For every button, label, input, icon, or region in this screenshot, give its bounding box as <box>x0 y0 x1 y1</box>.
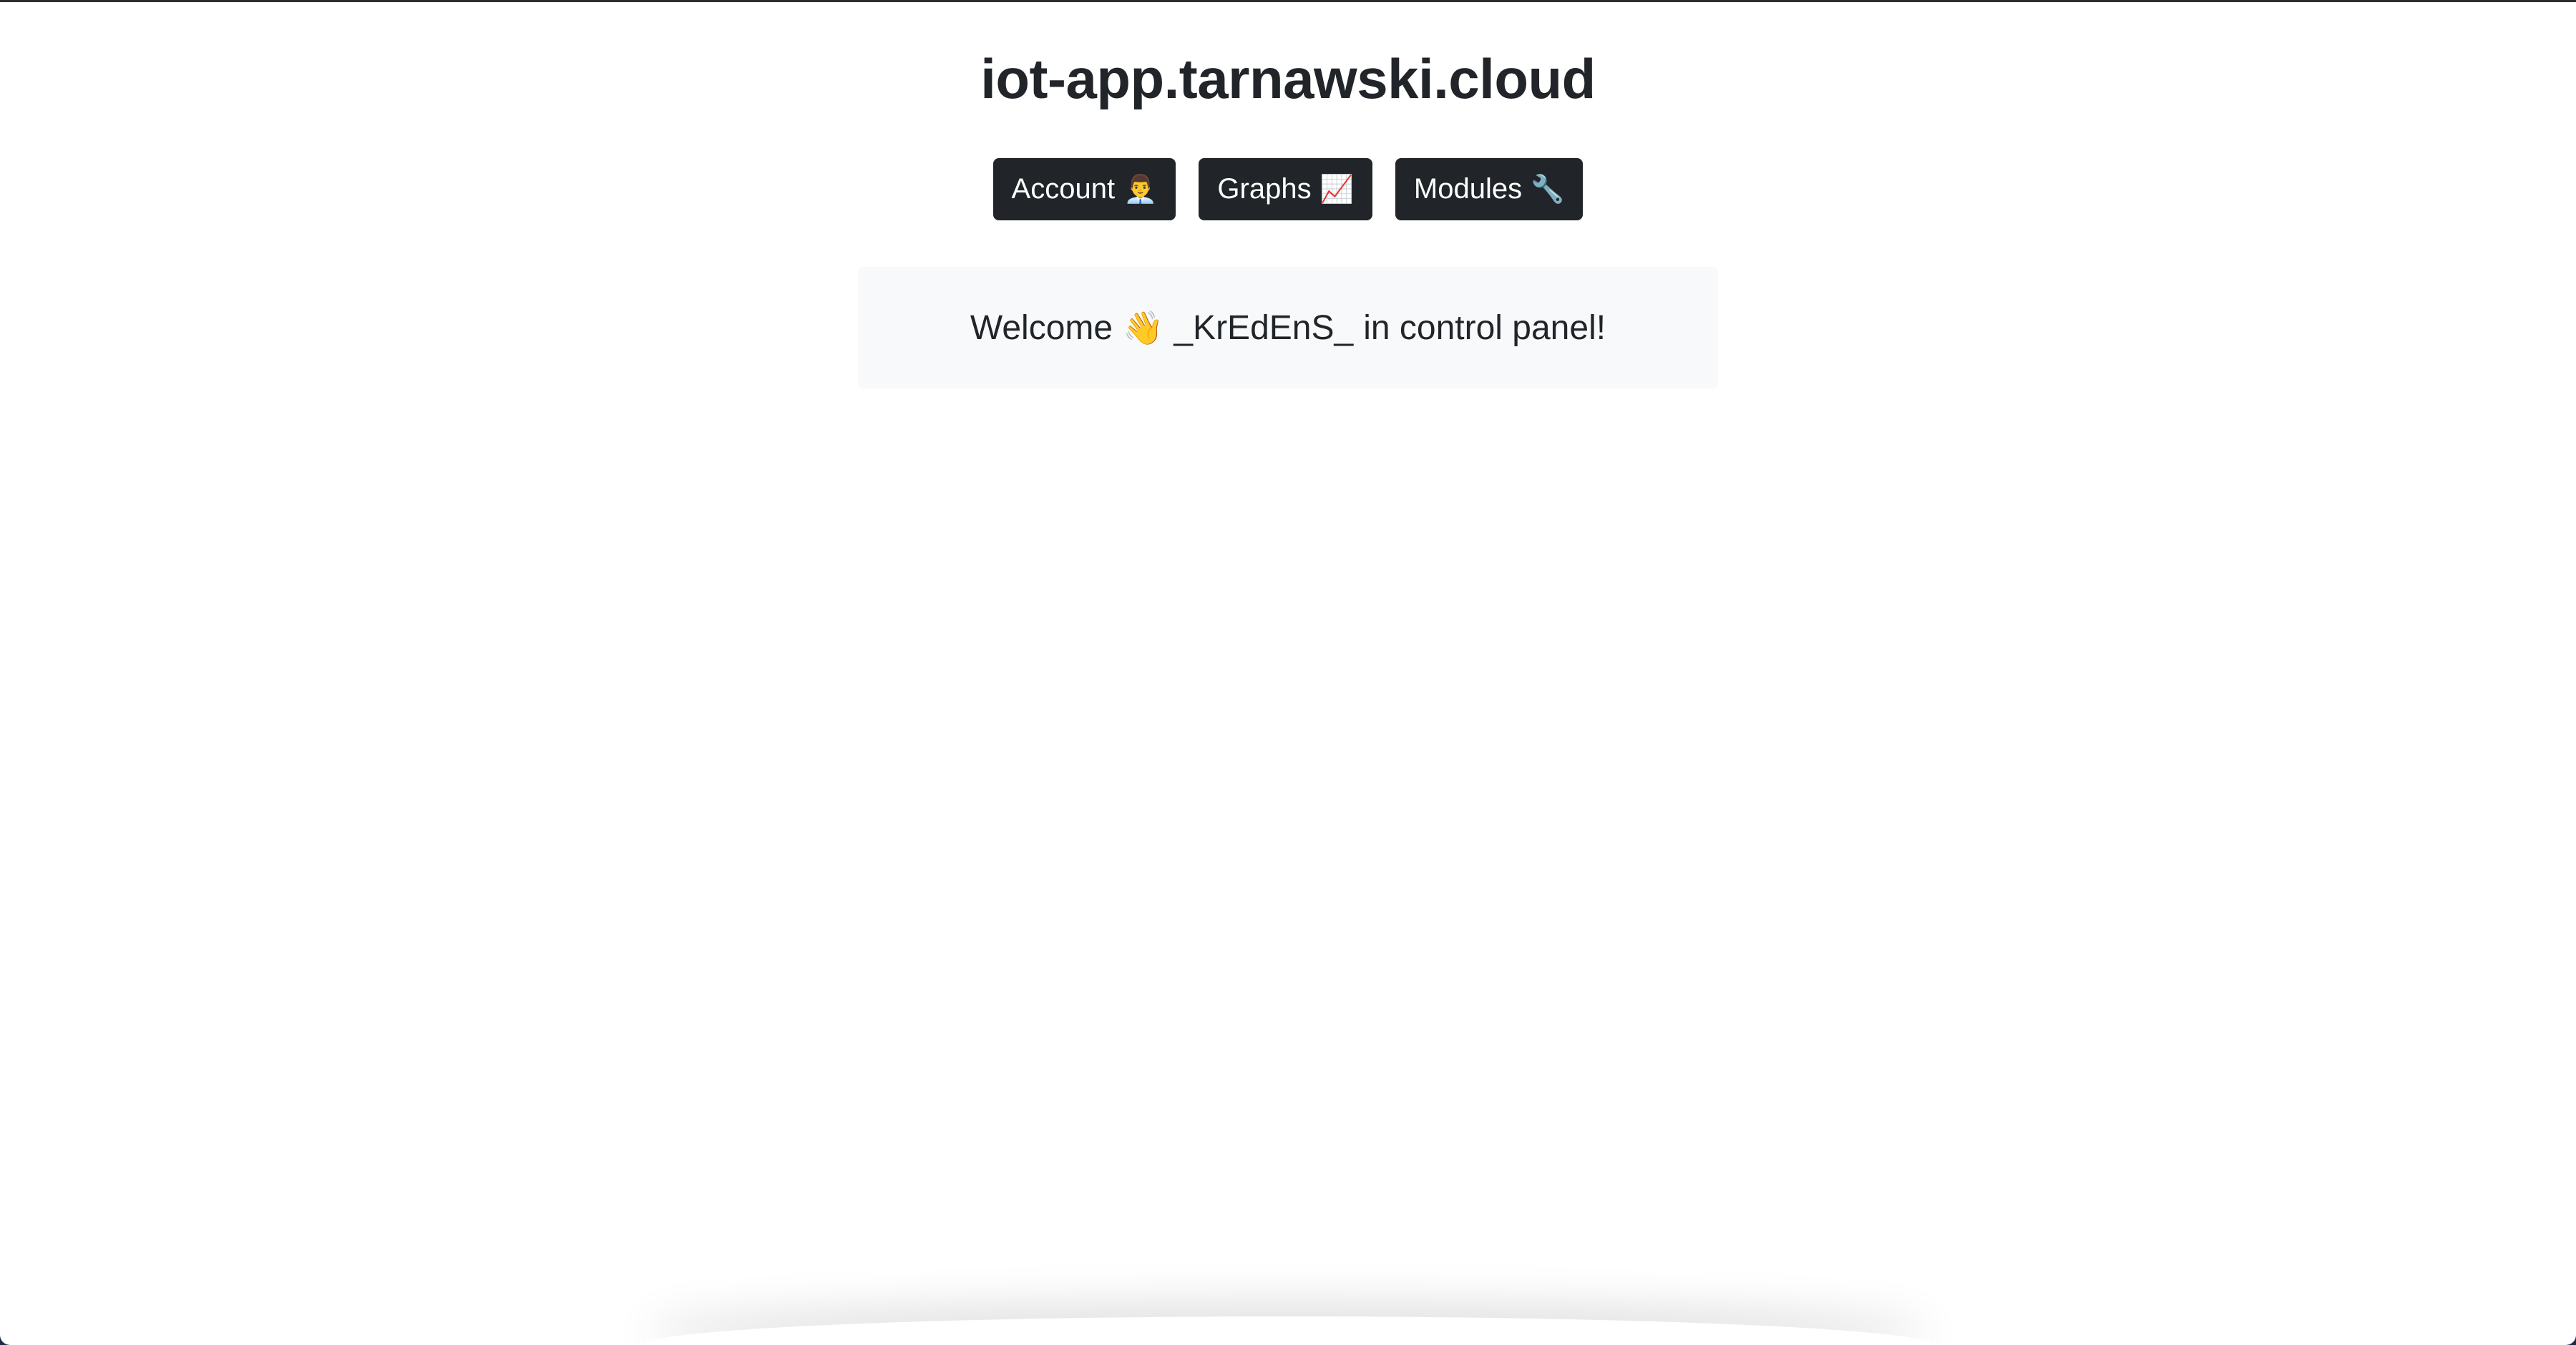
modules-button-label: Modules <box>1413 173 1523 205</box>
welcome-username: _KrEdEnS_ <box>1174 308 1354 347</box>
bottom-shadow <box>644 1316 1932 1345</box>
wrench-icon: 🔧 <box>1531 174 1565 205</box>
welcome-suffix: in control panel! <box>1363 308 1606 347</box>
welcome-card: Welcome 👋 _KrEdEnS_ in control panel! <box>858 267 1718 388</box>
waving-hand-icon: 👋 <box>1123 309 1164 346</box>
main-nav: Account 👨‍💼 Graphs 📈 Modules 🔧 <box>0 158 2576 220</box>
account-button-label: Account <box>1011 173 1116 205</box>
person-icon: 👨‍💼 <box>1123 174 1158 205</box>
site-title: iot-app.tarnawski.cloud <box>980 47 1596 110</box>
account-button[interactable]: Account 👨‍💼 <box>992 158 1176 220</box>
graphs-button-label: Graphs <box>1217 173 1312 205</box>
welcome-prefix: Welcome <box>970 308 1113 347</box>
chart-icon: 📈 <box>1319 174 1354 205</box>
modules-button[interactable]: Modules 🔧 <box>1395 158 1584 220</box>
page: iot-app.tarnawski.cloud Account 👨‍💼 Grap… <box>0 0 2576 1345</box>
graphs-button[interactable]: Graphs 📈 <box>1199 158 1372 220</box>
